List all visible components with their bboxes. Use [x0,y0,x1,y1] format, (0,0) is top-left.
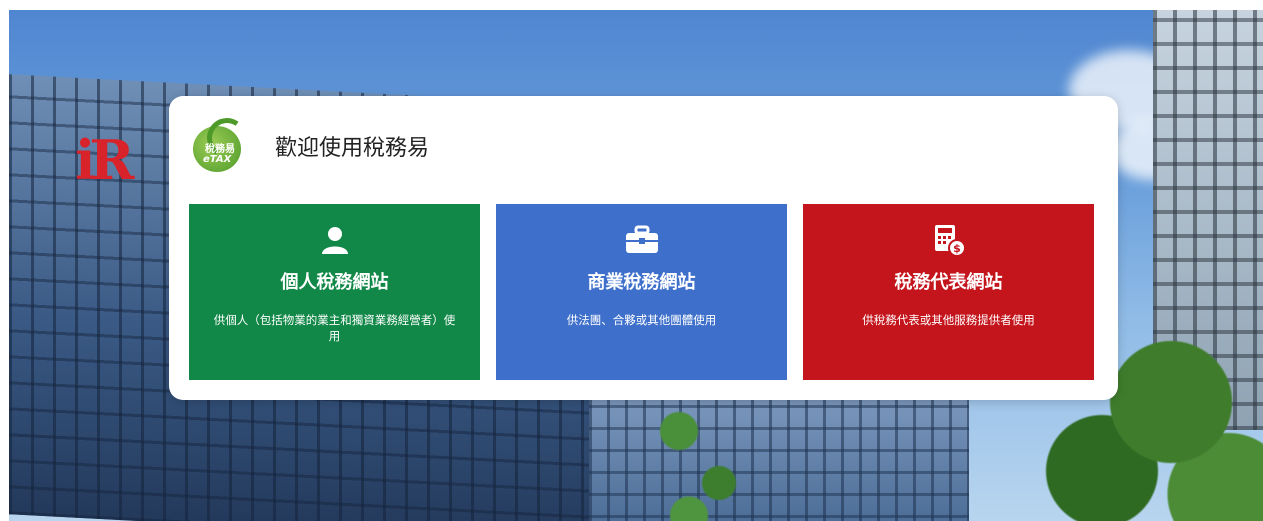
portal-tiles: 個人稅務網站 供個人（包括物業的業主和獨資業務經營者）使用 商業稅務網站 供法團… [189,204,1094,380]
building-middle [589,400,969,521]
tile-title: 個人稅務網站 [280,272,389,293]
tile-description: 供稅務代表或其他服務提供者使用 [862,313,1035,327]
briefcase-icon [496,222,787,258]
etax-logo-english: eTAX [203,154,232,165]
tile-title: 商業稅務網站 [587,272,696,293]
person-icon [189,222,480,258]
tile-description: 供個人（包括物業的業主和獨資業務經營者）使用 [213,313,456,343]
tile-description: 供法團、合夥或其他團體使用 [566,313,717,327]
greenery [649,405,749,521]
card-header: 稅務易 eTAX 歡迎使用稅務易 [191,114,430,174]
page-title: 歡迎使用稅務易 [275,136,430,161]
etax-logo: 稅務易 eTAX [191,114,255,174]
welcome-card: 稅務易 eTAX 歡迎使用稅務易 個人稅務網站 供個人（包括物業的業主和獨資業務… [169,96,1118,400]
svg-text:$: $ [953,242,961,255]
individual-tax-portal-tile[interactable]: 個人稅務網站 供個人（包括物業的業主和獨資業務經營者）使用 [189,204,480,380]
tax-representative-portal-tile[interactable]: $ 稅務代表網站 供稅務代表或其他服務提供者使用 [803,204,1094,380]
business-tax-portal-tile[interactable]: 商業稅務網站 供法團、合夥或其他團體使用 [496,204,787,380]
calculator-dollar-icon: $ [803,222,1094,258]
ir-logo: iR [75,128,134,192]
tile-title: 稅務代表網站 [894,272,1003,293]
etax-logo-chinese: 稅務易 [205,144,235,155]
